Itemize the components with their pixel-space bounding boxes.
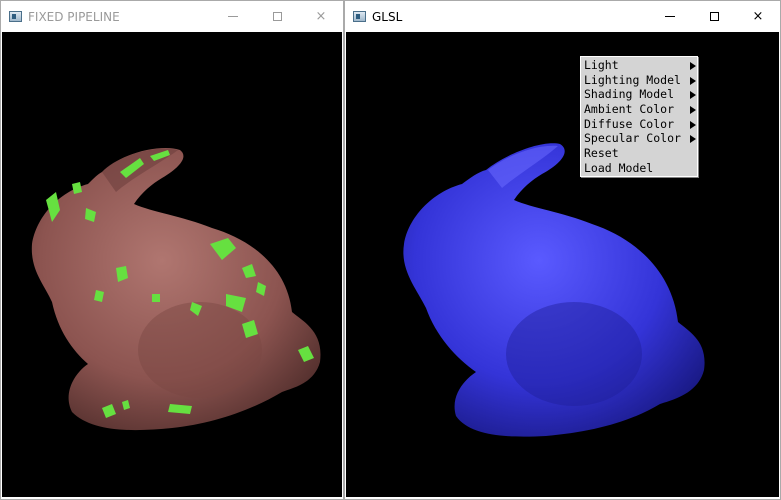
submenu-arrow-icon bbox=[690, 120, 696, 129]
bunny-render-glsl bbox=[403, 143, 705, 437]
close-button[interactable]: × bbox=[736, 1, 780, 32]
menu-item-ambient-color[interactable]: Ambient Color bbox=[581, 102, 697, 117]
minimize-button[interactable] bbox=[211, 1, 255, 32]
maximize-icon bbox=[272, 12, 282, 21]
close-icon: × bbox=[752, 9, 764, 24]
window-title: FIXED PIPELINE bbox=[28, 9, 120, 24]
minimize-button[interactable] bbox=[648, 1, 692, 32]
menu-item-specular-color[interactable]: Specular Color bbox=[581, 131, 697, 146]
bunny-render-fixed bbox=[31, 148, 321, 431]
bunny-model bbox=[403, 143, 705, 437]
close-icon: × bbox=[315, 9, 327, 24]
menu-item-light[interactable]: Light bbox=[581, 58, 697, 73]
menu-item-shading-model[interactable]: Shading Model bbox=[581, 87, 697, 102]
app-icon[interactable] bbox=[353, 11, 366, 22]
maximize-icon bbox=[709, 12, 719, 21]
render-viewport[interactable]: Light Lighting Model Shading Model Ambie… bbox=[346, 32, 779, 497]
minimize-icon bbox=[228, 16, 238, 17]
menu-item-diffuse-color[interactable]: Diffuse Color bbox=[581, 117, 697, 132]
submenu-arrow-icon bbox=[690, 106, 696, 115]
maximize-button[interactable] bbox=[692, 1, 736, 32]
titlebar[interactable]: FIXED PIPELINE × bbox=[1, 1, 343, 32]
context-menu: Light Lighting Model Shading Model Ambie… bbox=[580, 56, 698, 177]
fixed-pipeline-window: FIXED PIPELINE × bbox=[0, 0, 344, 500]
render-viewport[interactable] bbox=[2, 32, 342, 497]
app-icon[interactable] bbox=[9, 11, 22, 22]
maximize-button[interactable] bbox=[255, 1, 299, 32]
window-title: GLSL bbox=[372, 9, 403, 24]
submenu-arrow-icon bbox=[690, 76, 696, 85]
minimize-icon bbox=[665, 16, 675, 17]
menu-item-reset[interactable]: Reset bbox=[581, 146, 697, 161]
titlebar[interactable]: GLSL × bbox=[345, 1, 780, 32]
submenu-arrow-icon bbox=[690, 62, 696, 70]
close-button[interactable]: × bbox=[299, 1, 343, 32]
submenu-arrow-icon bbox=[690, 135, 696, 144]
menu-item-load-model[interactable]: Load Model bbox=[581, 161, 697, 176]
glsl-window: GLSL × Light Lighting Model Shading Mode… bbox=[344, 0, 781, 500]
submenu-arrow-icon bbox=[690, 91, 696, 100]
menu-item-lighting-model[interactable]: Lighting Model bbox=[581, 73, 697, 88]
